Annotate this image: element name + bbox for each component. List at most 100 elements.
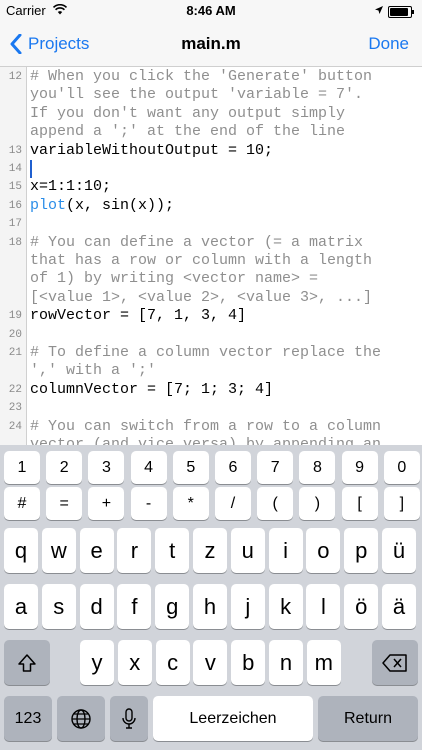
done-button[interactable]: Done: [368, 34, 409, 54]
key-symbol[interactable]: (: [257, 487, 294, 520]
line-number: 13: [8, 144, 22, 157]
key-label: d: [90, 593, 103, 619]
key-symbol[interactable]: [: [341, 487, 378, 520]
key-v[interactable]: v: [193, 640, 228, 685]
line-number: 21: [8, 347, 22, 359]
location-arrow-icon: [375, 6, 383, 14]
key-e[interactable]: e: [79, 528, 114, 573]
key-label: f: [131, 593, 138, 619]
shift-key[interactable]: [4, 640, 50, 685]
code-editor[interactable]: 12 # When you click the 'Generate' button…: [0, 67, 422, 445]
key-2[interactable]: 2: [46, 451, 83, 484]
key-label: ö: [355, 593, 368, 619]
key-1[interactable]: 1: [4, 451, 40, 484]
key-z[interactable]: z: [193, 528, 227, 573]
delete-key[interactable]: [372, 640, 418, 685]
line-number: 15: [8, 181, 22, 194]
key-symbol[interactable]: -: [130, 487, 167, 520]
globe-key[interactable]: [57, 696, 105, 741]
key-symbol[interactable]: ): [299, 487, 336, 520]
key-label: q: [14, 537, 28, 563]
on-screen-keyboard: 1 2 3 4 5 6 7 8 9 0 # = + - * / () [] q w e r t z u i o p ü a s d f g h j k l…: [0, 445, 422, 750]
key-label: a: [14, 593, 28, 619]
key-ü[interactable]: ü: [382, 528, 416, 573]
key-label: k: [280, 593, 292, 619]
key-s[interactable]: s: [41, 584, 76, 629]
key-label: s: [53, 593, 65, 619]
key-t[interactable]: t: [155, 528, 190, 573]
key-label: ü: [392, 537, 406, 563]
microphone-key[interactable]: [110, 696, 148, 741]
key-u[interactable]: u: [230, 528, 265, 573]
key-d[interactable]: d: [79, 584, 114, 629]
key-label: w: [50, 537, 67, 563]
line-number: 17: [8, 218, 22, 231]
key-b[interactable]: b: [231, 640, 266, 685]
key-label: 4: [144, 458, 154, 476]
key-f[interactable]: f: [117, 584, 152, 629]
key-3[interactable]: 3: [88, 451, 125, 484]
key-label: [: [357, 494, 362, 512]
key-7[interactable]: 7: [257, 451, 294, 484]
key-p[interactable]: p: [344, 528, 379, 573]
key-label: -: [145, 494, 152, 512]
navigation-bar: Projects main.m Done: [0, 22, 422, 67]
key-label: r: [130, 537, 139, 563]
microphone-icon: [122, 707, 136, 729]
space-key[interactable]: Leerzeichen: [153, 696, 313, 741]
code-text: variableWithoutOutput = 10;: [30, 141, 274, 159]
key-h[interactable]: h: [193, 584, 227, 629]
key-ö[interactable]: ö: [344, 584, 379, 629]
key-c[interactable]: c: [155, 640, 190, 685]
key-j[interactable]: j: [230, 584, 265, 629]
globe-icon: [71, 708, 91, 729]
key-label: i: [283, 537, 289, 563]
key-o[interactable]: o: [306, 528, 341, 573]
key-8[interactable]: 8: [299, 451, 336, 484]
key-w[interactable]: w: [41, 528, 76, 573]
key-symbol[interactable]: +: [88, 487, 125, 520]
key-6[interactable]: 6: [215, 451, 251, 484]
key-label: 7: [270, 458, 280, 476]
key-label: Leerzeichen: [189, 709, 277, 727]
key-ä[interactable]: ä: [382, 584, 416, 629]
key-m[interactable]: m: [306, 640, 341, 685]
key-g[interactable]: g: [155, 584, 190, 629]
code-comment: you'll see the output 'variable = 7'.: [30, 86, 364, 104]
key-5[interactable]: 5: [172, 451, 209, 484]
key-symbol[interactable]: *: [172, 487, 209, 520]
key-9[interactable]: 9: [341, 451, 378, 484]
key-symbol[interactable]: ]: [383, 487, 420, 520]
key-symbol[interactable]: #: [4, 487, 40, 520]
code-comment: # You can switch from a row to a column: [30, 417, 382, 435]
key-0[interactable]: 0: [383, 451, 420, 484]
key-label: o: [317, 537, 330, 563]
code-text: x=1:1:10;: [30, 178, 112, 196]
key-label: 8: [312, 458, 322, 476]
key-x[interactable]: x: [117, 640, 152, 685]
key-symbol[interactable]: =: [46, 487, 83, 520]
line-number: 23: [8, 402, 22, 415]
key-q[interactable]: q: [4, 528, 38, 573]
key-label: 123: [14, 709, 42, 727]
numbers-mode-key[interactable]: 123: [4, 696, 52, 741]
return-key[interactable]: Return: [318, 696, 418, 741]
key-r[interactable]: r: [117, 528, 152, 573]
code-comment: append a ';' at the end of the line: [30, 123, 346, 141]
code-comment: If you don't want any output simply: [30, 104, 346, 122]
key-symbol[interactable]: /: [215, 487, 251, 520]
key-4[interactable]: 4: [130, 451, 167, 484]
key-y[interactable]: y: [80, 640, 114, 685]
key-label: (: [272, 494, 278, 512]
key-a[interactable]: a: [4, 584, 38, 629]
key-i[interactable]: i: [268, 528, 303, 573]
key-k[interactable]: k: [268, 584, 303, 629]
key-label: h: [203, 593, 217, 619]
key-l[interactable]: l: [306, 584, 341, 629]
key-label: 3: [101, 458, 111, 476]
key-n[interactable]: n: [269, 640, 303, 685]
key-label: y: [91, 649, 103, 675]
key-label: 9: [355, 458, 365, 476]
key-label: =: [59, 494, 69, 512]
key-label: *: [187, 494, 194, 512]
